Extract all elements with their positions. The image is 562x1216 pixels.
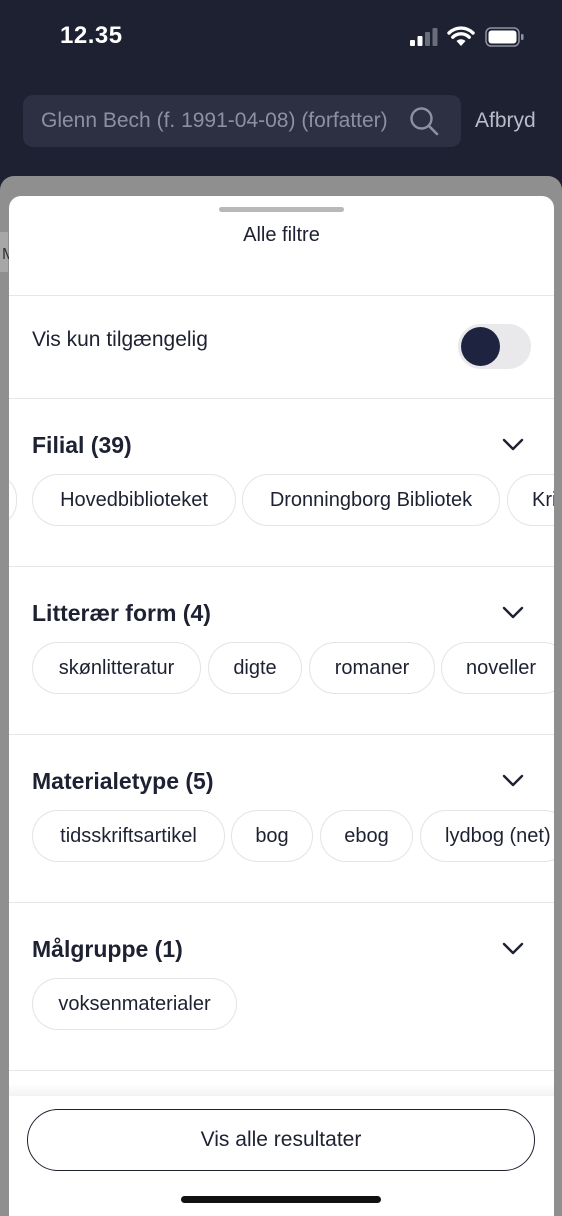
chip-materialetype[interactable]: bog [231,810,313,862]
chip-litteraer-form[interactable]: skønlitteratur [32,642,201,694]
chip-filial[interactable]: Hovedbiblioteket [32,474,236,526]
cancel-button[interactable]: Afbryd [475,109,536,133]
battery-icon [485,27,524,47]
chip-row-filial: Hovedbiblioteket Dronningborg Bibliotek … [9,474,554,526]
divider [9,902,554,903]
toggle-knob [461,327,500,366]
wifi-icon [447,26,475,46]
chip-materialetype[interactable]: ebog [320,810,413,862]
section-title-litteraer-form: Litterær form (4) [32,600,211,626]
chip-filial[interactable]: Dronningborg Bibliotek [242,474,500,526]
chevron-down-icon[interactable] [501,771,525,791]
sheet-grabber[interactable] [219,207,344,212]
home-indicator [181,1196,381,1203]
chip-row-litteraer-form: skønlitteratur digte romaner noveller [9,642,554,694]
status-bar: 12.35 [0,0,562,80]
chip-maalgruppe[interactable]: voksenmaterialer [32,978,237,1030]
chip-litteraer-form[interactable]: romaner [309,642,435,694]
search-query: Glenn Bech (f. 1991-04-08) (forfatter) [41,109,388,132]
section-title-filial: Filial (39) [32,432,132,458]
chip-filial[interactable]: Kri [507,474,554,526]
divider [9,398,554,399]
chip-filial[interactable] [9,474,17,526]
footer-shadow [9,1084,554,1096]
chip-row-materialetype: tidsskriftsartikel bog ebog lydbog (net) [9,810,554,862]
show-all-results-button[interactable]: Vis alle resultater [27,1109,535,1171]
section-title-materialetype: Materialetype (5) [32,768,214,794]
chevron-down-icon[interactable] [501,603,525,623]
filters-sheet: Alle filtre Vis kun tilgængelig Filial (… [9,196,554,1216]
divider [9,295,554,296]
search-input[interactable]: Glenn Bech (f. 1991-04-08) (forfatter) [23,95,461,147]
availability-toggle-label: Vis kun tilgængelig [32,328,208,351]
chip-materialetype[interactable]: lydbog (net) [420,810,554,862]
availability-toggle[interactable] [458,324,531,369]
chevron-down-icon[interactable] [501,939,525,959]
section-title-maalgruppe: Målgruppe (1) [32,936,183,962]
chip-materialetype[interactable]: tidsskriftsartikel [32,810,225,862]
chip-row-maalgruppe: voksenmaterialer [9,978,554,1030]
chevron-down-icon[interactable] [501,435,525,455]
cellular-signal-icon [410,28,438,46]
sheet-title: Alle filtre [243,224,320,246]
chip-litteraer-form[interactable]: digte [208,642,302,694]
status-time: 12.35 [60,22,123,49]
divider [9,1070,554,1071]
divider [9,734,554,735]
search-icon[interactable] [409,106,439,136]
divider [9,566,554,567]
chip-litteraer-form[interactable]: noveller [441,642,554,694]
